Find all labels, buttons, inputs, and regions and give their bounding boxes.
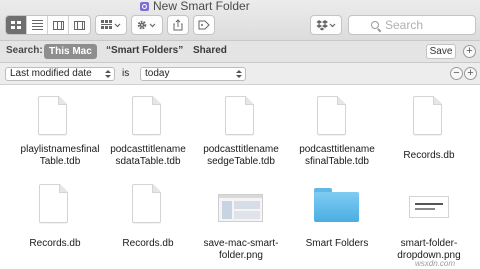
- file-item[interactable]: Records.db: [384, 86, 474, 176]
- file-item[interactable]: podcasttitlename sedgeTable.tdb: [196, 86, 286, 176]
- icon-view-button[interactable]: [6, 16, 27, 34]
- grid-icon: [10, 20, 22, 30]
- file-item[interactable]: smart-folder-dropdown.png: [384, 180, 474, 269]
- remove-criteria-button[interactable]: −: [450, 67, 463, 80]
- document-icon: [225, 96, 254, 135]
- search-criteria-row: Last modified date is today − +: [0, 63, 480, 85]
- share-icon: [173, 19, 183, 31]
- dropbox-button[interactable]: [310, 15, 342, 35]
- file-name: Records.db: [403, 150, 455, 161]
- file-item[interactable]: playlistnamesfinal Table.tdb: [15, 86, 105, 176]
- list-icon: [31, 20, 43, 30]
- smart-folder-icon: [140, 1, 149, 11]
- file-name: Records.db: [29, 238, 81, 249]
- cover-flow-view-button[interactable]: [69, 16, 90, 34]
- chevron-updown-icon: [236, 69, 242, 79]
- group-by-button[interactable]: [95, 15, 127, 35]
- document-icon: [132, 96, 161, 135]
- file-item[interactable]: Smart Folders: [292, 180, 382, 269]
- window-title: New Smart Folder: [140, 0, 250, 13]
- list-view-button[interactable]: [27, 16, 48, 34]
- image-thumbnail: [409, 196, 449, 218]
- attribute-select-value: Last modified date: [10, 68, 92, 79]
- file-grid: playlistnamesfinal Table.tdb podcasttitle…: [0, 86, 480, 269]
- image-thumbnail: [218, 194, 263, 222]
- tag-icon: [198, 20, 210, 30]
- document-icon: [413, 96, 442, 135]
- attribute-select[interactable]: Last modified date: [5, 67, 115, 81]
- search-input[interactable]: Search: [348, 15, 476, 35]
- chevron-updown-icon: [105, 69, 111, 79]
- file-name: Records.db: [122, 238, 174, 249]
- search-scope-bar: Search: This Mac “Smart Folders” Shared …: [0, 41, 480, 63]
- document-icon: [38, 96, 67, 135]
- action-button[interactable]: [131, 15, 163, 35]
- gear-chevron-icon: [137, 20, 156, 30]
- file-item[interactable]: podcasttitlename sdataTable.tdb: [103, 86, 193, 176]
- save-button[interactable]: Save: [426, 44, 456, 59]
- scope-shared[interactable]: Shared: [193, 45, 227, 56]
- group-grid-chevron-icon: [101, 20, 121, 29]
- file-item[interactable]: Records.db: [10, 180, 100, 269]
- document-icon: [132, 184, 161, 223]
- folder-icon: [314, 188, 359, 222]
- add-criteria-row-button[interactable]: +: [464, 67, 477, 80]
- document-icon: [39, 184, 68, 223]
- share-button[interactable]: [167, 15, 189, 35]
- toolbar: New Smart Folder Search: [0, 0, 480, 41]
- search-scope-label: Search:: [6, 45, 43, 56]
- view-mode-switcher: [5, 15, 91, 35]
- watermark: wsxdn.com: [415, 259, 456, 268]
- search-placeholder: Search: [385, 18, 424, 32]
- file-name: Smart Folders: [305, 238, 369, 249]
- cover-flow-icon: [74, 20, 85, 30]
- column-view-button[interactable]: [48, 16, 69, 34]
- file-name: podcasttitlename sedgeTable.tdb: [203, 144, 279, 167]
- document-icon: [317, 96, 346, 135]
- columns-icon: [52, 20, 64, 30]
- window-title-text: New Smart Folder: [153, 0, 250, 13]
- tags-button[interactable]: [193, 15, 215, 35]
- file-item[interactable]: Records.db: [103, 180, 193, 269]
- file-name: podcasttitlename sfinalTable.tdb: [299, 144, 375, 167]
- finder-window: New Smart Folder Search Search: This Mac…: [0, 0, 480, 269]
- search-icon: [371, 21, 379, 29]
- file-name: playlistnamesfinal Table.tdb: [20, 144, 100, 167]
- file-name: save-mac-smart-folder.png: [203, 238, 279, 261]
- operator-label: is: [122, 68, 130, 79]
- file-name: podcasttitlename sdataTable.tdb: [110, 144, 186, 167]
- add-criteria-button[interactable]: +: [463, 45, 476, 58]
- scope-smart-folders[interactable]: “Smart Folders”: [106, 45, 183, 56]
- value-select[interactable]: today: [140, 67, 246, 81]
- file-item[interactable]: save-mac-smart-folder.png: [196, 180, 286, 269]
- dropbox-icon: [316, 20, 336, 31]
- value-select-value: today: [145, 68, 170, 79]
- file-item[interactable]: podcasttitlename sfinalTable.tdb: [292, 86, 382, 176]
- scope-this-mac[interactable]: This Mac: [44, 44, 97, 59]
